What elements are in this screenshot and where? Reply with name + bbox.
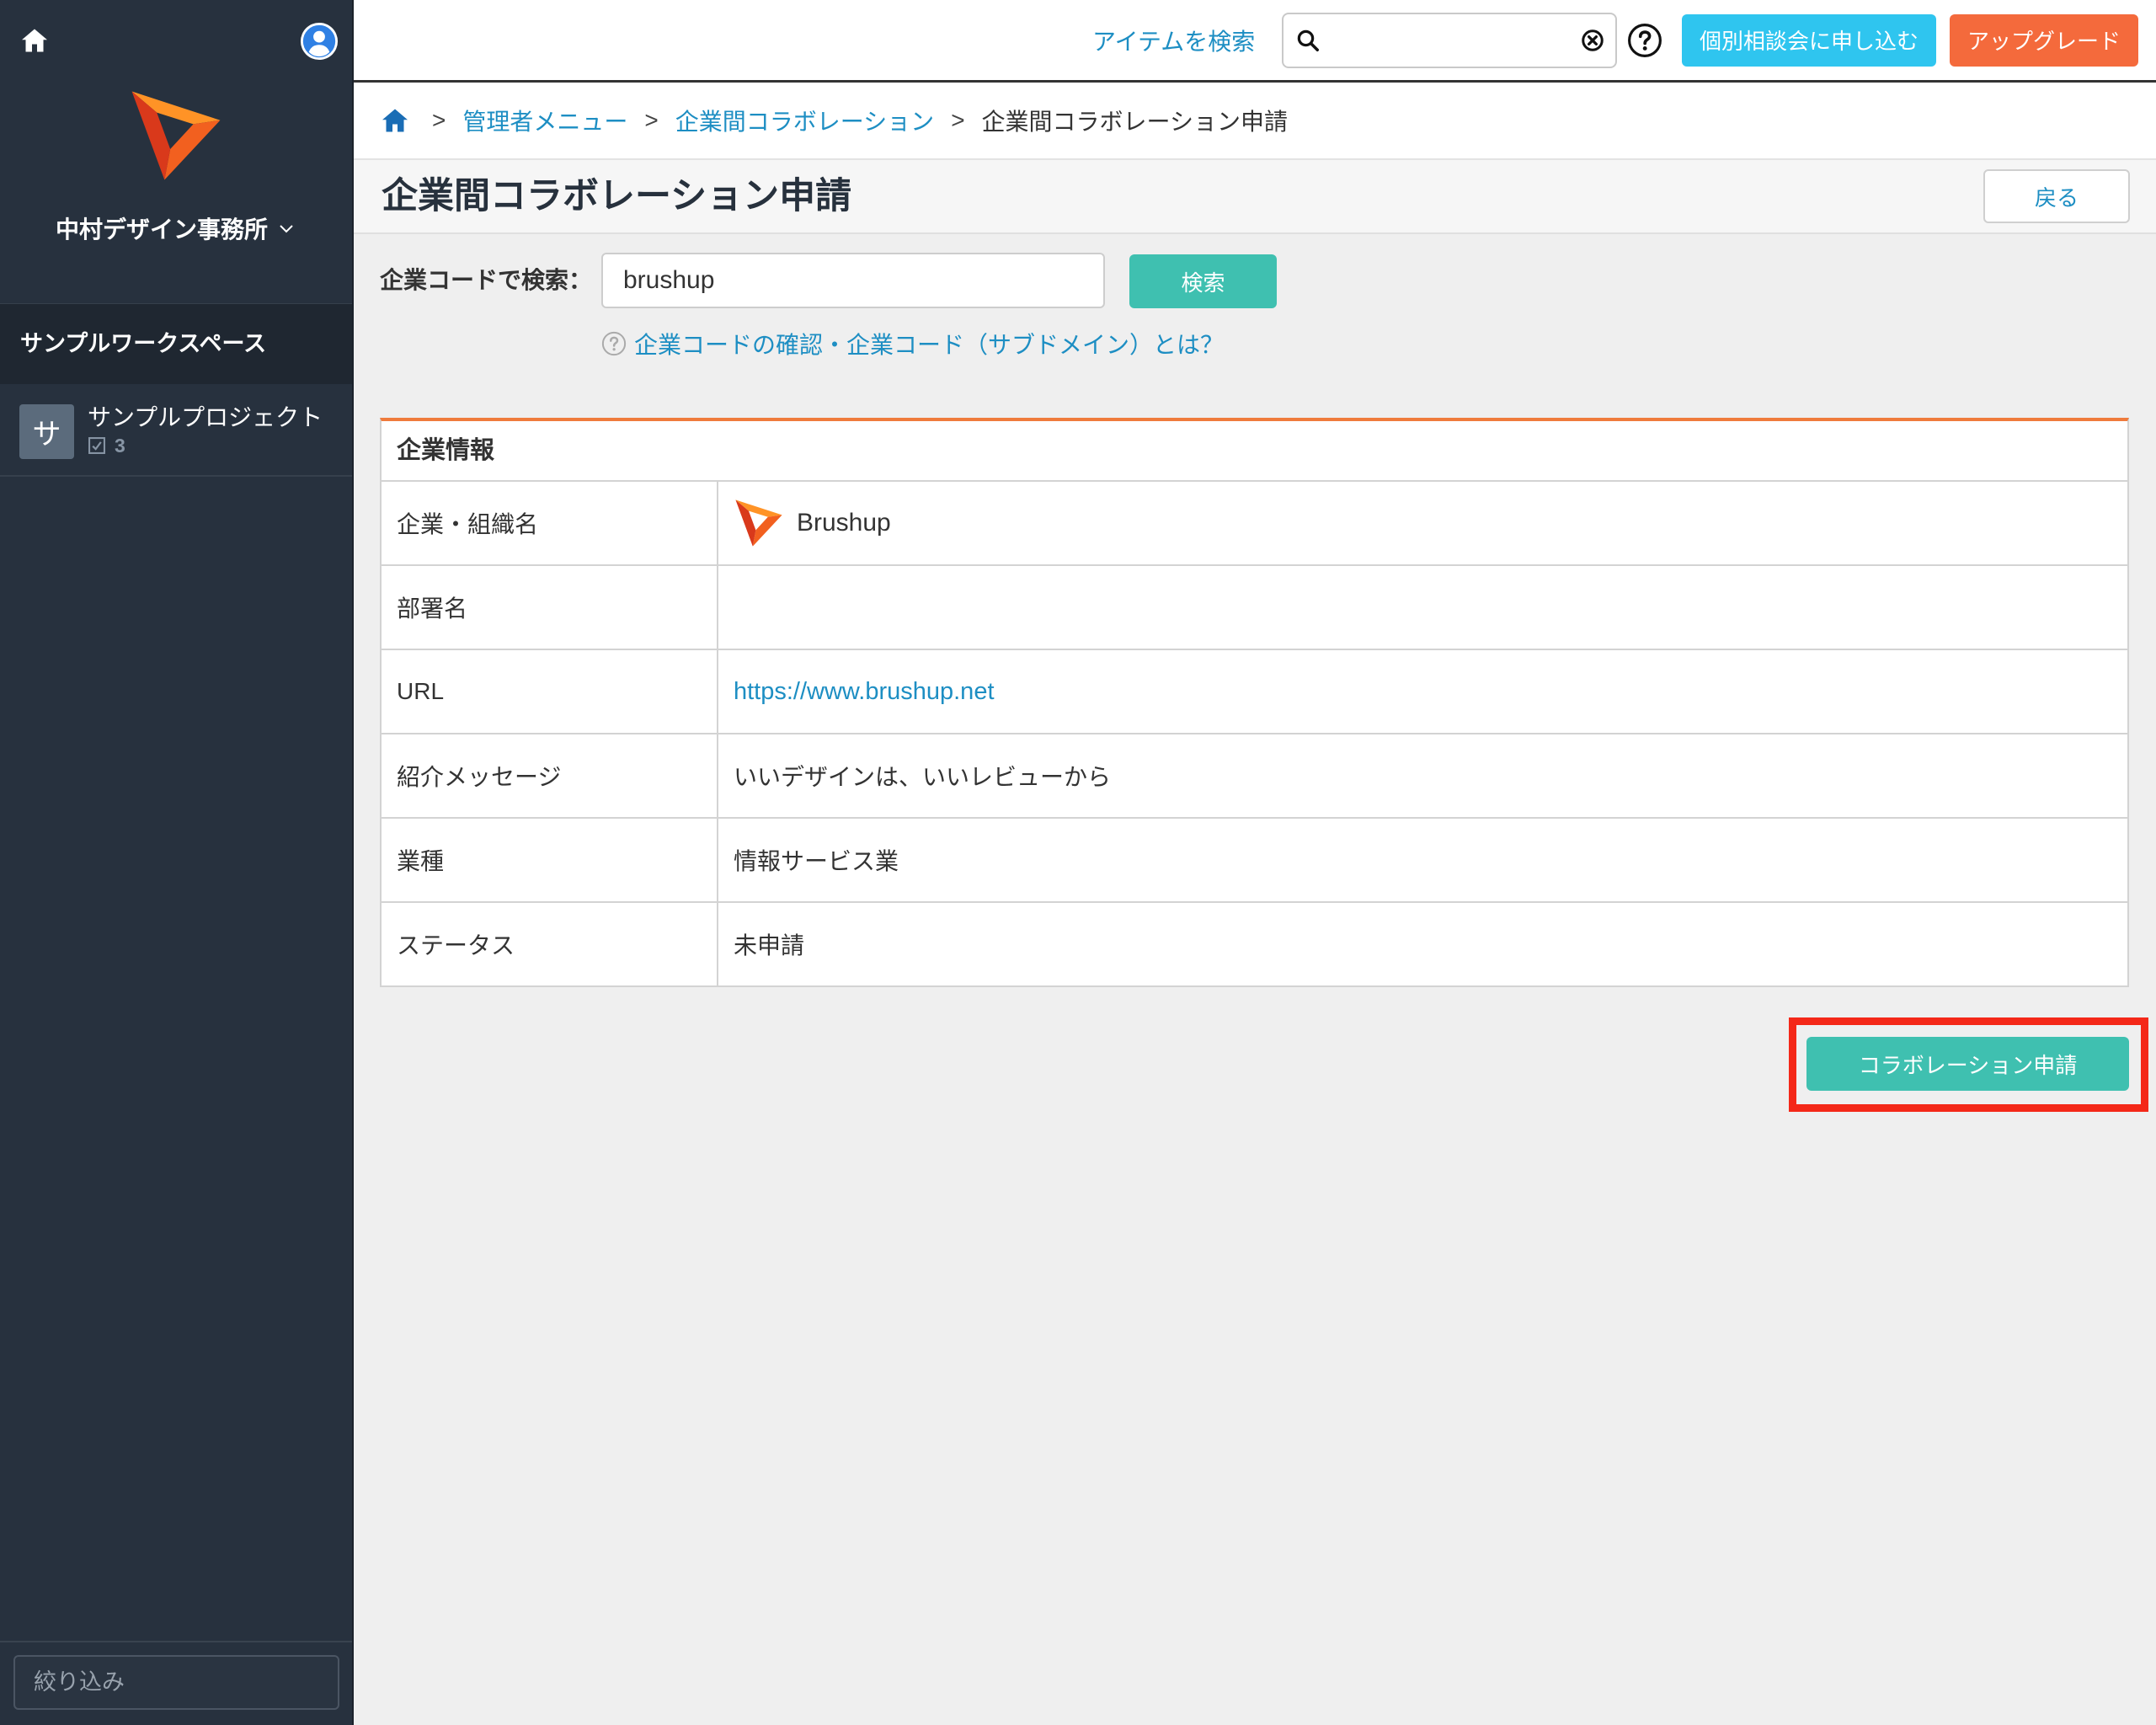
- company-code-help[interactable]: 企業コードの確認・企業コード（サブドメイン）とは？: [601, 327, 1224, 360]
- upgrade-button[interactable]: アップグレード: [1950, 13, 2138, 67]
- user-avatar-icon[interactable]: [300, 22, 339, 61]
- breadcrumb-admin-menu[interactable]: 管理者メニュー: [462, 104, 627, 137]
- table-row: ステータス 未申請: [382, 901, 2127, 985]
- table-row: 紹介メッセージ いいデザインは、いいレビューから: [382, 733, 2127, 817]
- company-info-heading: 企業情報: [397, 437, 495, 464]
- breadcrumb-separator: >: [644, 107, 659, 133]
- sidebar-footer: [0, 1641, 352, 1725]
- consultation-signup-button[interactable]: 個別相談会に申し込む: [1682, 13, 1936, 67]
- home-icon[interactable]: [380, 105, 410, 136]
- organization-switcher[interactable]: 中村デザイン事務所: [0, 209, 352, 248]
- workspace-title[interactable]: サンプルワークスペース: [0, 303, 352, 384]
- search-button[interactable]: 検索: [1129, 254, 1277, 308]
- table-row: 部署名: [382, 564, 2127, 649]
- row-value: いいデザインは、いいレビューから: [734, 764, 1112, 790]
- row-value: https://www.brushup.net: [718, 650, 2127, 733]
- row-value: Brushup: [718, 482, 2127, 564]
- search-icon: [1297, 29, 1319, 51]
- breadcrumb-collaboration[interactable]: 企業間コラボレーション: [675, 104, 934, 137]
- search-box[interactable]: [1282, 12, 1617, 68]
- row-value: 情報サービス業: [734, 848, 899, 874]
- task-checkbox-icon: [88, 437, 105, 454]
- clear-circle-icon[interactable]: [1580, 28, 1605, 53]
- filter-input[interactable]: [13, 1655, 339, 1710]
- back-button[interactable]: 戻る: [1983, 169, 2130, 223]
- organization-name: 中村デザイン事務所: [55, 216, 268, 243]
- row-value: [718, 566, 2127, 649]
- table-row: 業種 情報サービス業: [382, 817, 2127, 901]
- brushup-logo-icon: [131, 91, 221, 180]
- row-label: 企業・組織名: [382, 482, 718, 564]
- company-url-link[interactable]: https://www.brushup.net: [734, 678, 995, 706]
- table-row: 企業・組織名 Brushup: [382, 480, 2127, 564]
- company-code-help-link[interactable]: 企業コードの確認・企業コード（サブドメイン）とは？: [634, 327, 1224, 360]
- row-label: 業種: [382, 819, 718, 901]
- chevron-down-icon: [280, 225, 293, 233]
- project-avatar: サ: [19, 404, 74, 459]
- company-info-table: 企業情報 企業・組織名 Brushup 部署名 URL https://www.…: [380, 418, 2129, 987]
- row-label: URL: [382, 650, 718, 733]
- sidebar-item-project[interactable]: サ サンプルプロジェクト 3: [0, 384, 352, 477]
- home-icon[interactable]: [19, 25, 50, 56]
- collaboration-request-button[interactable]: コラボレーション申請: [1806, 1037, 2129, 1091]
- row-label: 紹介メッセージ: [382, 734, 718, 817]
- search-input[interactable]: [1327, 25, 1573, 55]
- help-icon: [601, 331, 627, 356]
- item-search-link[interactable]: アイテムを検索: [1092, 24, 1257, 57]
- breadcrumb: > 管理者メニュー > 企業間コラボレーション > 企業間コラボレーション申請: [354, 83, 2156, 160]
- main-content: アイテムを検索 個別相談会に申し込む アップグレード > 管理者メニュー > 企: [354, 0, 2156, 1725]
- project-task-count: 3: [88, 435, 125, 457]
- brushup-logo-icon: [735, 499, 782, 547]
- task-count-value: 3: [115, 435, 125, 457]
- company-code-input[interactable]: [601, 253, 1105, 308]
- row-value: 未申請: [734, 932, 805, 959]
- table-row: URL https://www.brushup.net: [382, 649, 2127, 733]
- breadcrumb-separator: >: [432, 107, 446, 133]
- sidebar: 中村デザイン事務所 サンプルワークスペース サ サンプルプロジェクト 3: [0, 0, 354, 1725]
- page-title: 企業間コラボレーション申請: [382, 176, 852, 216]
- breadcrumb-current: 企業間コラボレーション申請: [981, 109, 1288, 135]
- top-header: アイテムを検索 個別相談会に申し込む アップグレード: [354, 0, 2156, 83]
- breadcrumb-separator: >: [951, 107, 965, 133]
- row-label: ステータス: [382, 903, 718, 985]
- project-name: サンプルプロジェクト: [88, 404, 323, 430]
- row-label: 部署名: [382, 566, 718, 649]
- page-title-bar: 企業間コラボレーション申請 戻る: [354, 160, 2156, 234]
- company-name: Brushup: [797, 509, 891, 537]
- help-icon[interactable]: [1627, 23, 1662, 58]
- company-code-search-label: 企業コードで検索：: [380, 267, 593, 293]
